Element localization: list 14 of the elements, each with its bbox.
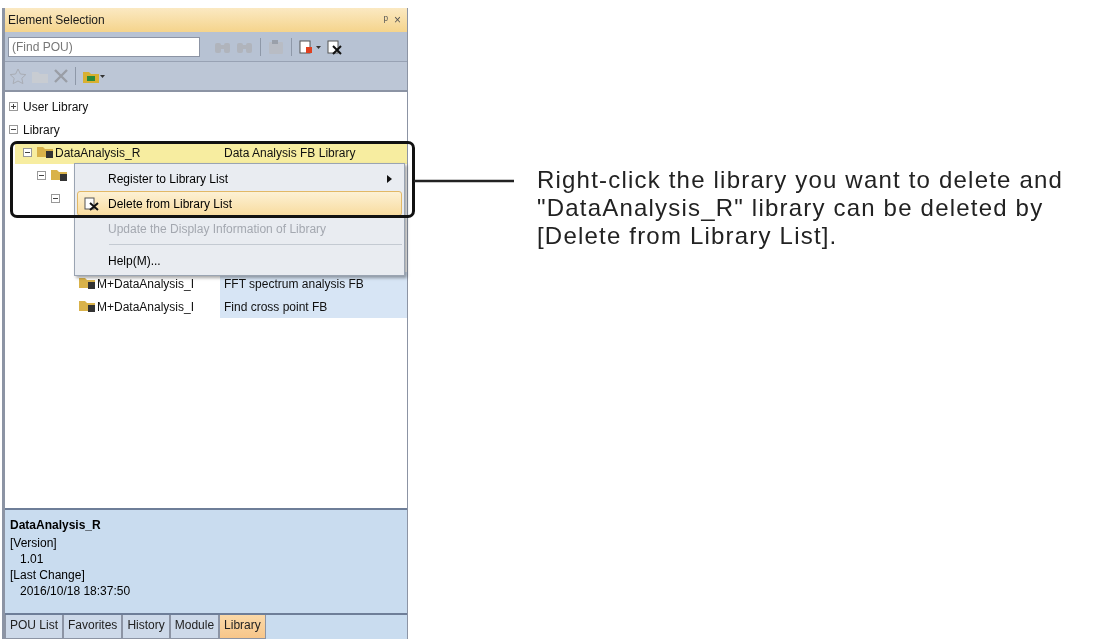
description-cell: Find cross point FB: [220, 295, 407, 318]
panel-title: Element Selection: [8, 13, 105, 27]
info-line: 1.01: [19, 551, 45, 567]
description-cell-text: Data Analysis FB Library: [223, 144, 357, 162]
tree-label: Library: [23, 122, 61, 137]
tree-label: M+DataAnalysis_I: [97, 276, 196, 291]
info-line: 2016/10/18 18:37:50: [19, 583, 132, 599]
library-name: DataAnalysis_R: [10, 518, 102, 532]
info-line: [Last Change]: [10, 567, 86, 583]
tree-label: User Library: [23, 99, 90, 114]
info-line: [Version]: [10, 535, 58, 551]
tree-label: M+DataAnalysis_I: [97, 299, 196, 314]
tree-label: DataAnalysis_R: [55, 145, 142, 160]
annotation-text: Right-click the library you want to delete and "DataAnalysis_R" library can be deleted by [Delete from Library List].: [537, 166, 1065, 250]
